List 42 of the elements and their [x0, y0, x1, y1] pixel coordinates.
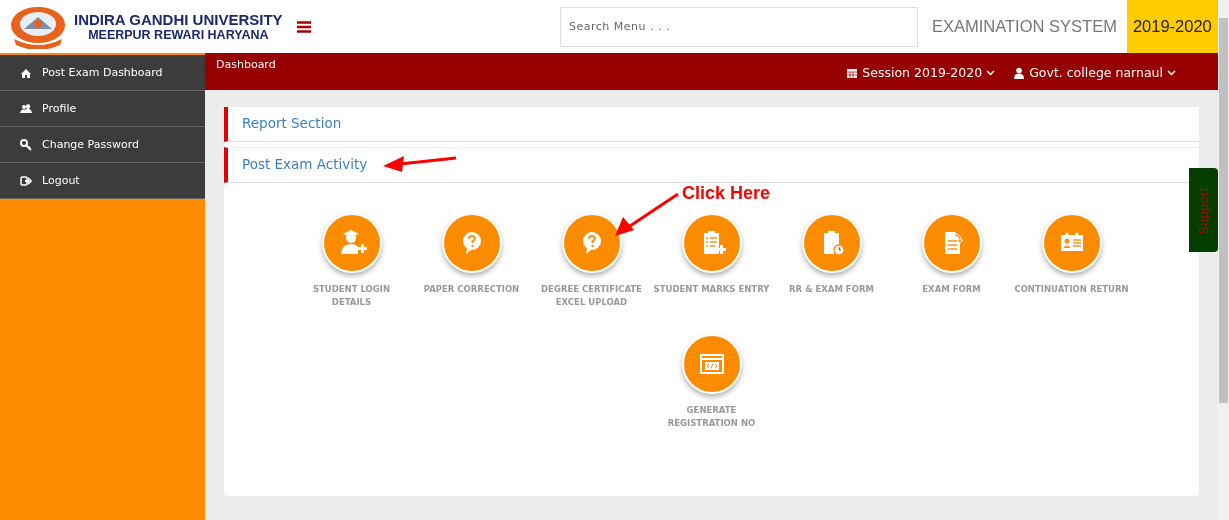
university-name: INDIRA GANDHI UNIVERSITY — [74, 11, 283, 28]
user-icon — [1013, 66, 1026, 79]
sidebar-item[interactable]: Change Password — [0, 127, 205, 163]
sidebar-item[interactable]: Post Exam Dashboard — [0, 55, 205, 91]
system-title: EXAMINATION SYSTEM — [932, 17, 1117, 36]
university-logo — [8, 4, 68, 49]
tile-label[interactable]: CONTINUATION RETURN — [1012, 283, 1131, 296]
calendar-icon — [846, 66, 859, 79]
tile-label[interactable]: GENERATE REGISTRATION NO — [652, 404, 771, 430]
university-location: MEERPUR REWARI HARYANA — [88, 28, 269, 42]
tile-button[interactable] — [681, 334, 742, 394]
tile-label[interactable]: RR & EXAM FORM — [772, 283, 891, 296]
menu-icon[interactable] — [296, 20, 311, 33]
tile-label[interactable]: EXAM FORM — [892, 283, 1011, 296]
sidebar-item[interactable]: Profile — [0, 91, 205, 127]
annotation-text: Click Here — [682, 183, 771, 204]
tile-button[interactable] — [321, 213, 382, 273]
user-dropdown[interactable]: Govt. college narnaul — [1013, 65, 1176, 80]
session-dropdown[interactable]: Session 2019-2020 — [846, 65, 996, 80]
tile-button[interactable] — [441, 213, 502, 273]
tile-button[interactable] — [681, 213, 742, 273]
tile-label[interactable]: DEGREE CERTIFICATE EXCEL UPLOAD — [532, 283, 651, 309]
home-icon — [20, 66, 32, 79]
tile-label[interactable]: STUDENT LOGIN DETAILS — [292, 283, 411, 309]
chevron-down-icon — [986, 69, 996, 76]
chevron-down-icon — [1167, 69, 1176, 76]
scrollbar[interactable] — [1218, 0, 1229, 520]
section-header[interactable]: Report Section — [224, 107, 1199, 142]
tile-button[interactable] — [561, 213, 622, 273]
tile-button[interactable] — [921, 213, 982, 273]
logout-icon — [20, 174, 32, 187]
tile-button[interactable] — [801, 213, 862, 273]
tile-label[interactable]: PAPER CORRECTION — [412, 283, 531, 296]
tile-label[interactable]: STUDENT MARKS ENTRY — [652, 283, 771, 296]
support-tab[interactable]: Support — [1189, 168, 1218, 252]
tile-button[interactable] — [1041, 213, 1102, 273]
year-badge: 2019-2020 — [1126, 0, 1218, 53]
search-field[interactable]: Search Menu . . . — [560, 6, 918, 47]
breadcrumb: Dashboard — [216, 57, 276, 73]
annotation-arrow — [612, 192, 680, 238]
sidebar-item[interactable]: Logout — [0, 163, 205, 199]
users-icon — [20, 102, 32, 115]
